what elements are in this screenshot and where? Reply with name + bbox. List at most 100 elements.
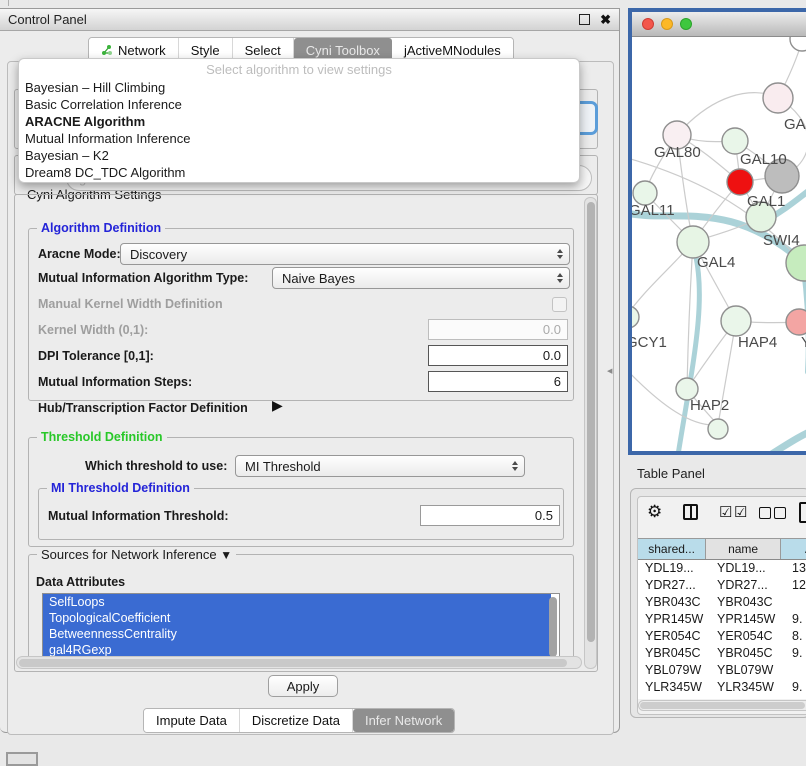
collapsed-panel-icon[interactable] bbox=[6, 752, 38, 766]
table-row[interactable]: YBR043C YBR043C bbox=[638, 594, 806, 611]
unchecked-box-icon[interactable] bbox=[774, 507, 786, 519]
node-label: Y bbox=[801, 334, 806, 351]
node-selected-red[interactable] bbox=[727, 169, 753, 195]
dpi-tolerance-field[interactable]: 0.0 bbox=[428, 345, 568, 366]
document-icon[interactable] bbox=[799, 502, 806, 523]
table-row[interactable]: YDR27... YDR27... 12 bbox=[638, 577, 806, 594]
cell-value: 12 bbox=[789, 577, 806, 594]
network-canvas[interactable]: GAL GAL80 GAL10 GAL11 GAL1 SWI4 GAL4 GCY… bbox=[632, 37, 806, 452]
network-icon bbox=[101, 44, 113, 56]
listbox-scrollbar-thumb[interactable] bbox=[549, 597, 557, 657]
tab-discretize-data[interactable]: Discretize Data bbox=[240, 709, 353, 732]
node-label: GAL1 bbox=[747, 193, 785, 210]
node-label: GAL bbox=[784, 116, 806, 133]
table-row[interactable]: YIL053C YIL053C 9 bbox=[638, 696, 806, 699]
cell-shared: YDL19... bbox=[638, 560, 710, 577]
column-header-name-label: name bbox=[728, 542, 758, 556]
column-header-name[interactable]: name bbox=[706, 539, 781, 559]
list-item-betweennesscentrality[interactable]: BetweennessCentrality bbox=[43, 626, 551, 642]
minimize-window-icon[interactable] bbox=[661, 18, 673, 30]
mi-threshold-group-title: MI Threshold Definition bbox=[47, 481, 194, 495]
manual-kernel-checkbox[interactable] bbox=[552, 297, 567, 312]
zoom-window-icon[interactable] bbox=[680, 18, 692, 30]
close-panel-icon[interactable]: ✖ bbox=[600, 12, 611, 28]
node-label: GAL10 bbox=[740, 151, 787, 168]
node-partial-top[interactable] bbox=[790, 37, 806, 51]
popup-item-bayesian-k2[interactable]: Bayesian – K2 bbox=[19, 147, 579, 164]
close-window-icon[interactable] bbox=[642, 18, 654, 30]
panel-splitter-grip[interactable]: ◀ bbox=[607, 367, 612, 375]
table-horizontal-scrollbar[interactable] bbox=[638, 700, 806, 711]
tab-infer-network[interactable]: Infer Network bbox=[353, 709, 454, 732]
mi-steps-label: Mutual Information Steps: bbox=[38, 375, 192, 389]
network-window-titlebar[interactable] bbox=[632, 12, 806, 37]
node-label: GAL11 bbox=[632, 202, 675, 219]
top-edge-tick bbox=[8, 0, 9, 6]
node-partial-bottom[interactable] bbox=[708, 419, 728, 439]
dpi-tolerance-value: 0.0 bbox=[543, 348, 561, 363]
kernel-width-field[interactable]: 0.0 bbox=[428, 319, 568, 340]
table-row[interactable]: YDL19... YDL19... 13 bbox=[638, 560, 806, 577]
data-attributes-listbox[interactable]: SelfLoops TopologicalCoefficient Between… bbox=[42, 593, 560, 662]
combo-spinner-icon bbox=[557, 249, 563, 259]
list-item-topologicalcoefficient[interactable]: TopologicalCoefficient bbox=[43, 610, 551, 626]
cell-shared: YPR145W bbox=[638, 611, 710, 628]
table-row[interactable]: YER054C YER054C 8. bbox=[638, 628, 806, 645]
network-view-window[interactable]: GAL GAL80 GAL10 GAL11 GAL1 SWI4 GAL4 GCY… bbox=[628, 8, 806, 455]
checked-checkbox-icon[interactable]: ☑ bbox=[719, 503, 732, 521]
node-label: HAP2 bbox=[690, 397, 729, 414]
popup-item-aracne[interactable]: ARACNE Algorithm bbox=[19, 113, 579, 130]
network-node-labels: GAL GAL80 GAL10 GAL11 GAL1 SWI4 GAL4 GCY… bbox=[632, 116, 806, 414]
node-label: GAL80 bbox=[654, 144, 701, 161]
table-hscroll-thumb[interactable] bbox=[640, 702, 805, 709]
table-row[interactable]: YBR045C YBR045C 9. bbox=[638, 645, 806, 662]
list-item-selfloops[interactable]: SelfLoops bbox=[43, 594, 551, 610]
node-gcy1[interactable] bbox=[632, 306, 639, 328]
settings-horizontal-scrollbar[interactable] bbox=[16, 656, 582, 669]
column-header-partial[interactable]: A bbox=[781, 539, 806, 559]
column-header-shared[interactable]: shared... bbox=[638, 539, 706, 559]
hub-expand-icon[interactable]: ▶ bbox=[272, 397, 283, 414]
table-body[interactable]: YDL19... YDL19... 13 YDR27... YDR27... 1… bbox=[638, 560, 806, 699]
cell-name: YER054C bbox=[710, 628, 789, 645]
mi-steps-field[interactable]: 6 bbox=[428, 371, 568, 392]
which-threshold-label: Which threshold to use: bbox=[85, 459, 227, 473]
aracne-mode-combo[interactable]: Discovery bbox=[120, 243, 570, 265]
cell-value bbox=[789, 594, 806, 611]
node-hap4[interactable] bbox=[721, 306, 751, 336]
sources-collapse-icon[interactable]: ▼ bbox=[220, 548, 232, 562]
mi-threshold-field[interactable]: 0.5 bbox=[420, 505, 560, 526]
cell-value bbox=[789, 662, 806, 679]
settings-scrollbar-thumb[interactable] bbox=[587, 202, 595, 642]
table-row[interactable]: YPR145W YPR145W 9. bbox=[638, 611, 806, 628]
combo-spinner-icon bbox=[512, 461, 518, 471]
table-settings-gear-icon[interactable]: ⚙ bbox=[647, 502, 662, 522]
tab-network-label: Network bbox=[118, 43, 166, 58]
apply-button[interactable]: Apply bbox=[268, 675, 338, 697]
settings-vertical-scrollbar[interactable] bbox=[584, 197, 597, 669]
column-header-shared-label: shared... bbox=[648, 542, 695, 556]
table-row[interactable]: YLR345W YLR345W 9. bbox=[638, 679, 806, 696]
mi-algorithm-type-combo[interactable]: Naive Bayes bbox=[272, 267, 570, 289]
table-row[interactable]: YBL079W YBL079W bbox=[638, 662, 806, 679]
control-panel-titlebar[interactable]: Control Panel ✖ bbox=[0, 9, 619, 31]
popup-item-basic-correlation[interactable]: Basic Correlation Inference bbox=[19, 96, 579, 113]
cell-name: YBL079W bbox=[710, 662, 789, 679]
settings-hscroll-thumb[interactable] bbox=[19, 659, 567, 667]
node-gal-pink[interactable] bbox=[763, 83, 793, 113]
tab-impute-data[interactable]: Impute Data bbox=[144, 709, 240, 732]
tab-jactivemnodules-label: jActiveMNodules bbox=[404, 43, 501, 58]
cell-shared: YBL079W bbox=[638, 662, 710, 679]
popup-item-dream8[interactable]: Dream8 DC_TDC Algorithm bbox=[19, 164, 579, 181]
popup-item-mutual-information[interactable]: Mutual Information Inference bbox=[19, 130, 579, 147]
popup-item-bayesian-hill-climbing[interactable]: Bayesian – Hill Climbing bbox=[19, 79, 579, 96]
unchecked-box-icon[interactable] bbox=[759, 507, 771, 519]
float-window-icon[interactable] bbox=[579, 14, 590, 25]
cell-shared: YIL053C bbox=[638, 696, 710, 699]
node-salmon[interactable] bbox=[786, 309, 806, 335]
which-threshold-combo[interactable]: MI Threshold bbox=[235, 455, 525, 477]
split-columns-icon[interactable] bbox=[683, 504, 698, 520]
control-panel-title: Control Panel bbox=[8, 12, 87, 27]
which-threshold-value: MI Threshold bbox=[245, 459, 321, 474]
checked-checkbox-icon[interactable]: ☑ bbox=[734, 503, 747, 521]
